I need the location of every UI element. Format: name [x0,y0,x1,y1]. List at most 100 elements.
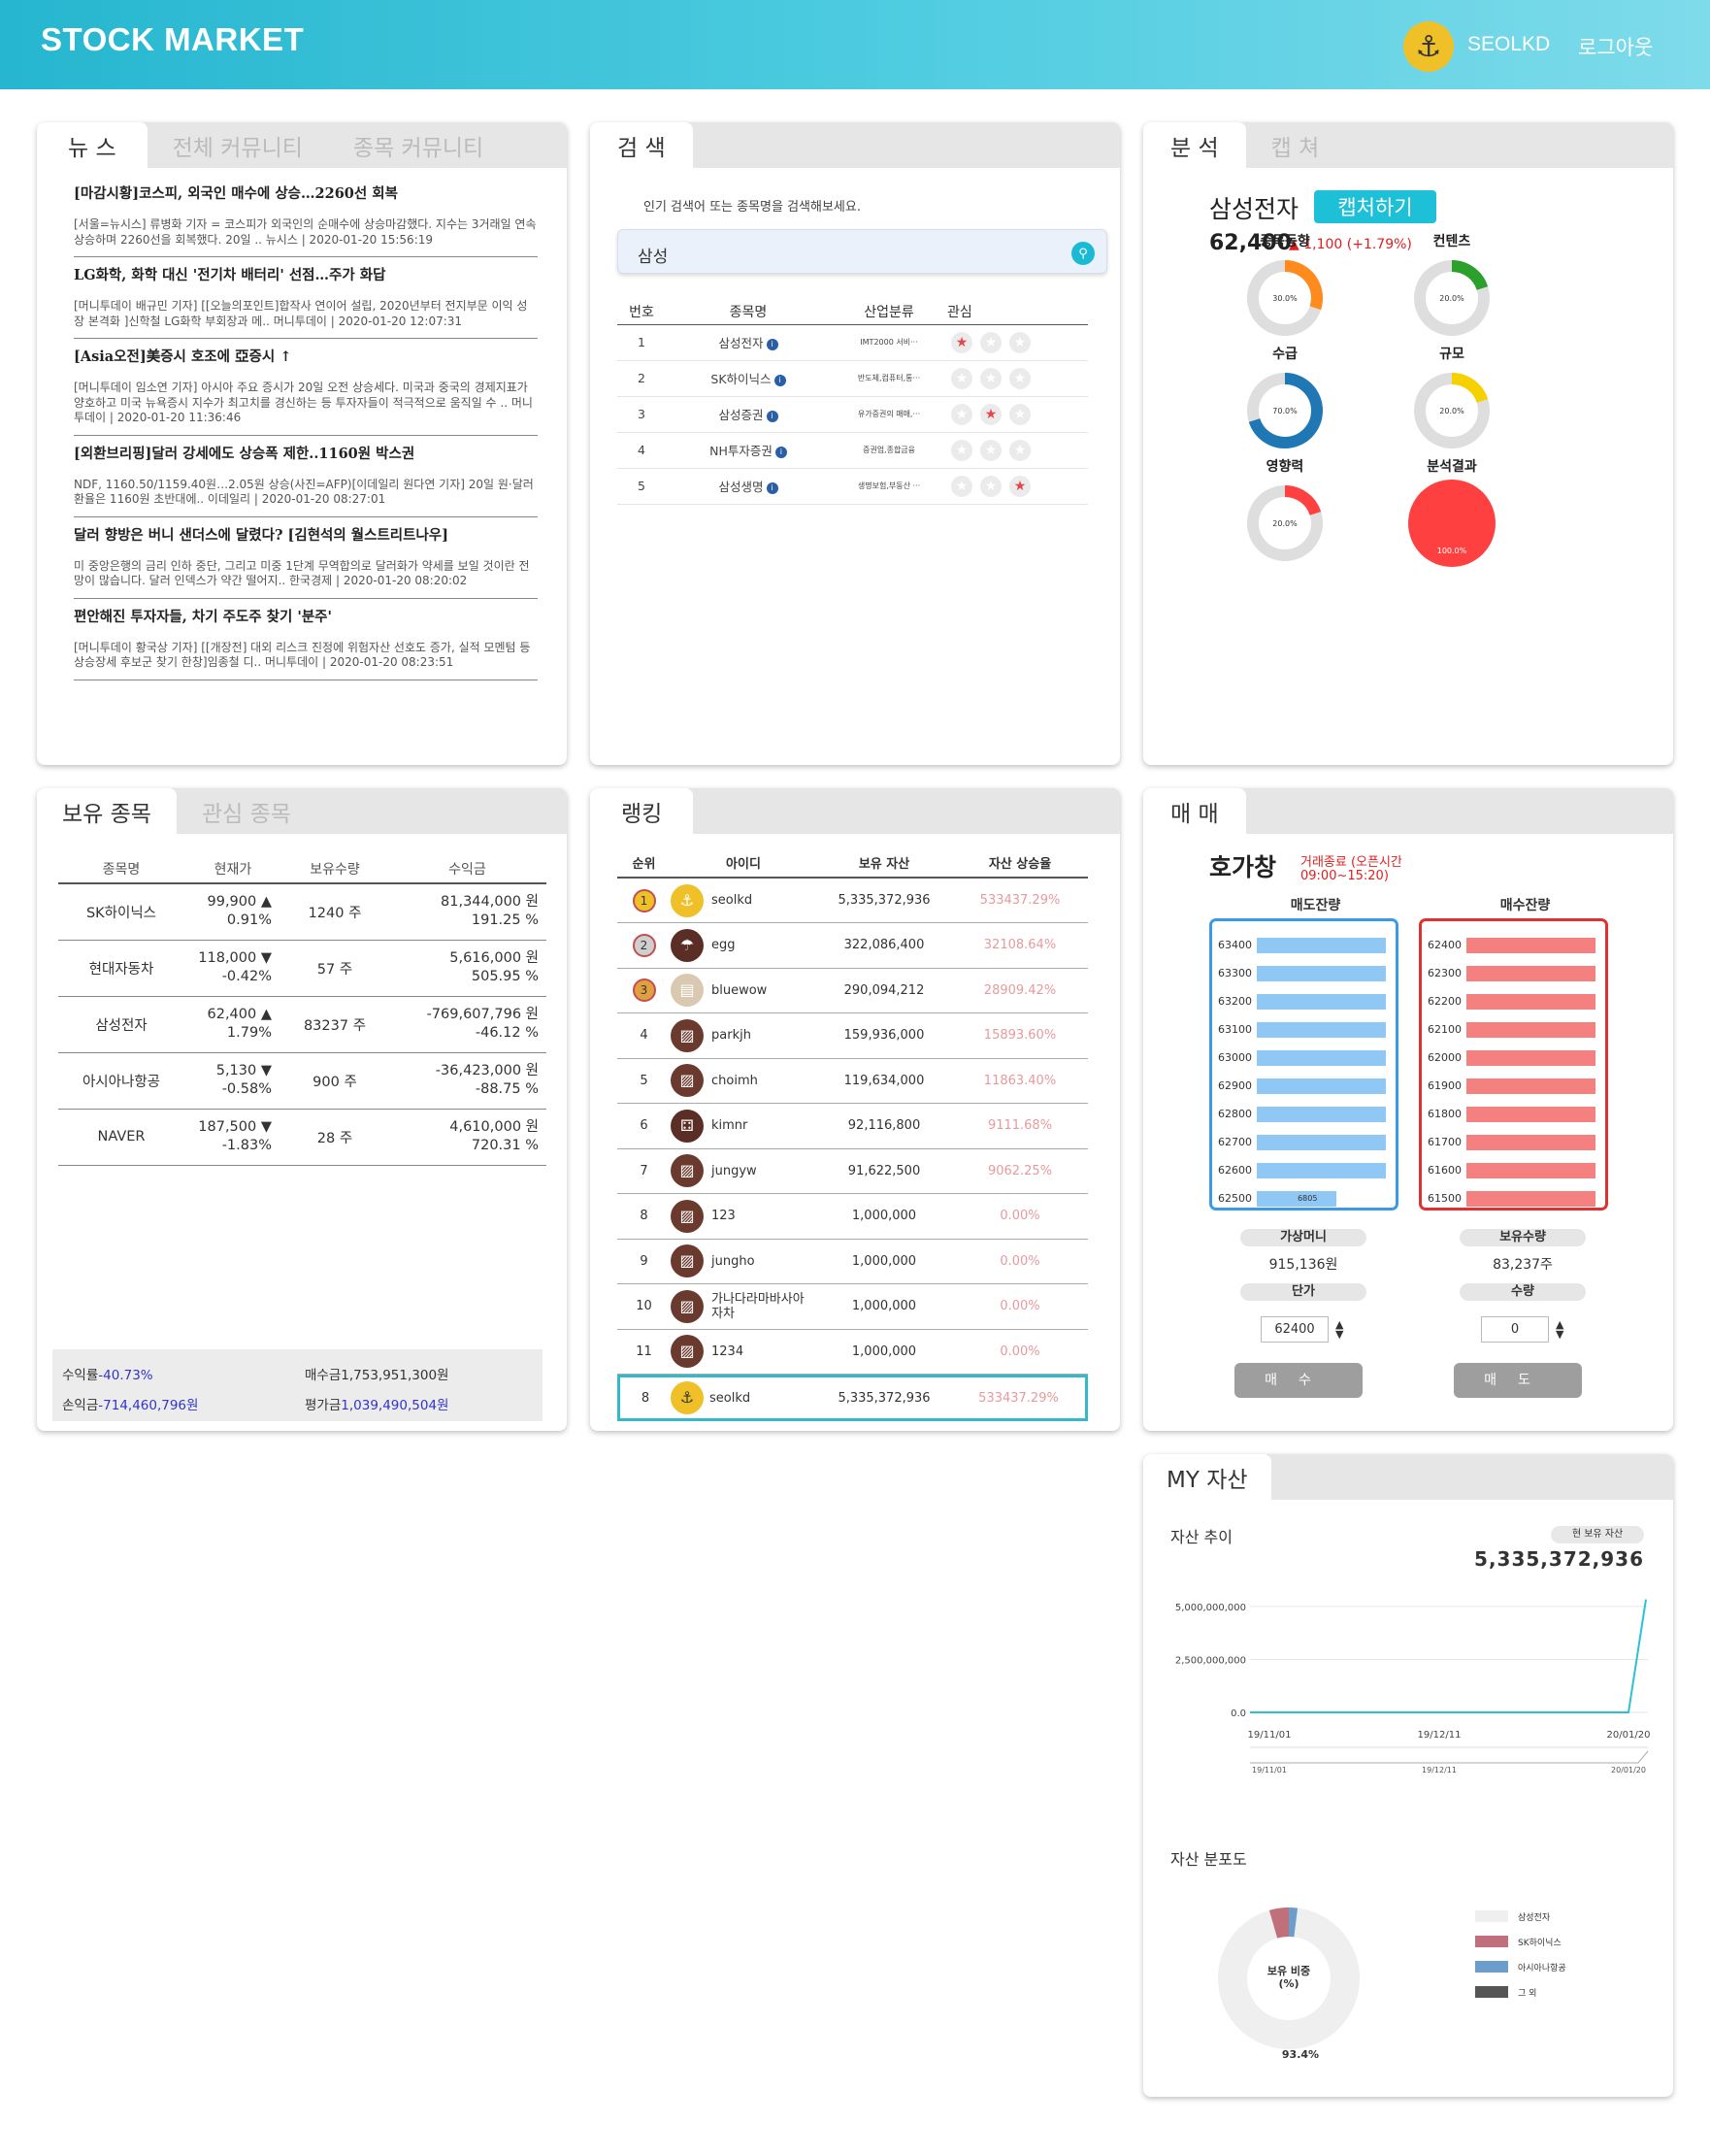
price-input[interactable]: 62400 [1261,1316,1329,1343]
buy-order-row[interactable]: 61700 [1428,1128,1605,1156]
result-name-cell[interactable]: SK하이닉스 i [666,360,831,397]
rank-user-id[interactable]: egg [711,938,736,952]
buy-order-row[interactable]: 62300 [1428,959,1605,987]
star-icon[interactable]: ★ [951,403,972,425]
news-item[interactable]: 달러 향방은 버니 샌더스에 달렸다? [김현석의 월스트리트나우] 미 중앙은행… [74,517,538,599]
result-name-cell[interactable]: 삼성전자 i [666,324,831,361]
info-icon[interactable]: i [766,338,778,350]
ranking-row[interactable]: 3 ▤ bluewow 290,094,212 28909.42% [617,968,1088,1013]
rank-user-id[interactable]: bluewow [711,983,767,998]
ranking-row[interactable]: 11 ▨ 1234 1,000,000 0.00% [617,1329,1088,1375]
rank-user-id[interactable]: choimh [711,1074,758,1088]
search-input[interactable]: 삼성 ⚲ [617,229,1107,274]
rank-user-id[interactable]: 1234 [711,1344,743,1359]
result-name[interactable]: NH투자증권 [709,444,773,458]
tab-trade[interactable]: 매 매 [1143,788,1246,834]
star-icon[interactable]: ★ [980,367,1002,389]
star-icon[interactable]: ★ [1009,439,1031,461]
sell-order-row[interactable]: 63000 [1218,1044,1396,1072]
ranking-row[interactable]: 6 ⚃ kimnr 92,116,800 9111.68% [617,1103,1088,1149]
news-item[interactable]: [Asia오전]美증시 호조에 亞증시 ↑ [머니투데이 임소연 기자] 아시아 … [74,339,538,436]
news-title[interactable]: [마감시황]코스피, 외국인 매수에 상승…2260선 회복 [74,185,538,203]
result-name[interactable]: 삼성생명 [718,480,763,494]
search-result-row[interactable]: 5 삼성생명 i 생명보험,부동산 ··· ★ ★ ★ [617,468,1088,505]
star-icon[interactable]: ★ [1009,475,1031,497]
sell-order-row[interactable]: 62700 [1218,1128,1396,1156]
star-icon[interactable]: ★ [1009,367,1031,389]
holding-name[interactable]: SK하이닉스 [58,883,184,941]
info-icon[interactable]: i [773,374,786,386]
star-icon[interactable]: ★ [1009,331,1031,353]
tab-watchlist[interactable]: 관심 종목 [177,788,316,834]
tab-search[interactable]: 검 색 [590,122,693,168]
buy-order-row[interactable]: 62100 [1428,1015,1605,1044]
holding-row[interactable]: 삼성전자 62,400 ▲ 1.79% 83237 주 -769,607,796 원 -4… [58,996,546,1053]
tab-ranking[interactable]: 랭킹 [590,788,694,834]
tab-news[interactable]: 뉴 스 [37,122,148,168]
star-icon[interactable]: ★ [980,439,1002,461]
ranking-row[interactable]: 5 ▨ choimh 119,634,000 11863.40% [617,1058,1088,1104]
buy-order-row[interactable]: 61600 [1428,1156,1605,1184]
qty-input[interactable]: 0 [1481,1316,1549,1343]
holding-name[interactable]: 현대자동차 [58,940,184,997]
rank-user-id[interactable]: parkjh [711,1028,751,1043]
holding-name[interactable]: NAVER [58,1109,184,1166]
news-title[interactable]: LG화학, 화학 대신 '전기차 배터리' 선점…주가 화답 [74,267,538,284]
sell-order-row[interactable]: 62600 [1218,1156,1396,1184]
rank-user-id[interactable]: jungyw [711,1164,757,1178]
news-title[interactable]: 편안해진 투자자들, 차기 주도주 찾기 '분주' [74,609,538,626]
buy-order-row[interactable]: 62200 [1428,987,1605,1015]
star-icon[interactable]: ★ [980,475,1002,497]
search-icon[interactable]: ⚲ [1071,242,1095,265]
sell-order-row[interactable]: 63100 [1218,1015,1396,1044]
rank-user-id[interactable]: seolkd [711,893,752,908]
rank-user-id[interactable]: jungho [711,1254,755,1269]
buy-button[interactable]: 매수 [1234,1363,1363,1398]
result-name[interactable]: 삼성증권 [718,408,763,422]
user-avatar[interactable]: ⚓ [1403,21,1454,72]
buy-order-row[interactable]: 62400 [1428,931,1605,959]
buy-order-row[interactable]: 62000 [1428,1044,1605,1072]
tab-holdings[interactable]: 보유 종목 [37,788,177,834]
sell-order-row[interactable]: 63300 [1218,959,1396,987]
rank-user-id[interactable]: kimnr [711,1118,747,1133]
tab-my-asset[interactable]: MY 자산 [1143,1454,1271,1500]
news-item[interactable]: [마감시황]코스피, 외국인 매수에 상승…2260선 회복 [서울=뉴시스] 류… [74,176,538,257]
ranking-row[interactable]: 8 ▨ 123 1,000,000 0.00% [617,1193,1088,1240]
qty-stepper[interactable]: ▲ ▼ [1556,1319,1563,1340]
search-result-row[interactable]: 2 SK하이닉스 i 반도체,컴퓨터,통··· ★ ★ ★ [617,360,1088,397]
ranking-row[interactable]: 10 ▨ 가나다라마바사아자차 1,000,000 0.00% [617,1283,1088,1330]
ranking-row[interactable]: 2 ☂ egg 322,086,400 32108.64% [617,922,1088,969]
result-name-cell[interactable]: 삼성생명 i [666,468,831,505]
sell-order-row[interactable]: 62500 6805 [1218,1184,1396,1212]
app-logo[interactable]: STOCK MARKET [41,21,304,58]
star-icon[interactable]: ★ [951,331,972,353]
price-stepper[interactable]: ▲ ▼ [1335,1319,1343,1340]
tab-stock-community[interactable]: 종목 커뮤니티 [328,122,509,168]
result-name-cell[interactable]: 삼성증권 i [666,396,831,433]
ranking-row[interactable]: 7 ▨ jungyw 91,622,500 9062.25% [617,1148,1088,1194]
tab-capture[interactable]: 캡 쳐 [1246,122,1345,168]
result-name[interactable]: 삼성전자 [718,336,763,350]
logout-button[interactable]: 로그아웃 [1578,32,1653,61]
holding-name[interactable]: 아시아나항공 [58,1052,184,1110]
buy-order-row[interactable]: 61900 [1428,1072,1605,1100]
sell-button[interactable]: 매도 [1454,1363,1582,1398]
sell-order-row[interactable]: 62800 [1218,1100,1396,1128]
tab-analysis[interactable]: 분 석 [1143,122,1246,168]
search-result-row[interactable]: 3 삼성증권 i 유가증권의 매매,··· ★ ★ ★ [617,396,1088,433]
capture-button[interactable]: 캡처하기 [1314,190,1436,223]
star-icon[interactable]: ★ [951,439,972,461]
result-name-cell[interactable]: NH투자증권 i [666,432,831,469]
info-icon[interactable]: i [766,481,778,494]
news-title[interactable]: 달러 향방은 버니 샌더스에 달렸다? [김현석의 월스트리트나우] [74,527,538,545]
my-ranking-row[interactable]: 8 ⚓ seolkd 5,335,372,936 533437.29% [617,1375,1088,1421]
news-item[interactable]: [외환브리핑]달러 강세에도 상승폭 제한..1160원 박스권 NDF, 116… [74,436,538,517]
result-name[interactable]: SK하이닉스 [710,372,771,386]
ranking-row[interactable]: 1 ⚓ seolkd 5,335,372,936 533437.29% [617,878,1088,923]
buy-order-row[interactable]: 61500 [1428,1184,1605,1212]
sell-order-row[interactable]: 62900 [1218,1072,1396,1100]
news-item[interactable]: 편안해진 투자자들, 차기 주도주 찾기 '분주' [머니투데이 황국상 기자] … [74,599,538,680]
sell-order-row[interactable]: 63400 [1218,931,1396,959]
star-icon[interactable]: ★ [980,331,1002,353]
